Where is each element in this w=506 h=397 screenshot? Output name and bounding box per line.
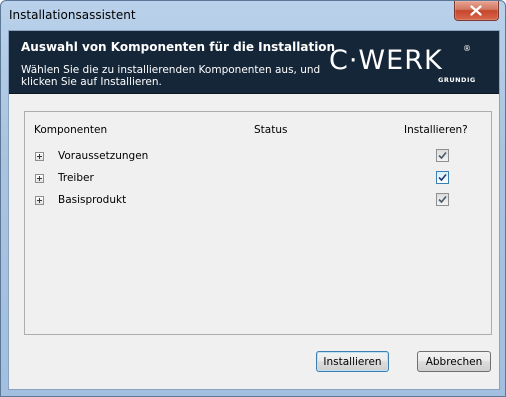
cwerk-logo: C·WERK ® GRUNDIG [329, 44, 489, 89]
install-checkbox[interactable] [436, 193, 449, 206]
plus-expander-icon[interactable] [35, 152, 44, 161]
component-label: Treiber [58, 172, 94, 184]
component-row-voraussetzungen[interactable]: Voraussetzungen [25, 148, 491, 170]
component-row-basisprodukt[interactable]: Basisprodukt [25, 192, 491, 214]
checkmark-icon [438, 173, 447, 182]
logo-registered-mark: ® [463, 44, 471, 53]
column-header-install: Installieren? [404, 124, 468, 136]
install-button[interactable]: Installieren [316, 351, 389, 372]
checkmark-icon [438, 195, 447, 204]
header-banner: Auswahl von Komponenten für die Installa… [9, 31, 499, 94]
dialog-client-area: Auswahl von Komponenten für die Installa… [8, 30, 500, 390]
plus-expander-icon[interactable] [35, 174, 44, 183]
install-checkbox[interactable] [436, 171, 449, 184]
component-label: Basisprodukt [58, 194, 127, 206]
window-title: Installationsassistent [9, 8, 136, 22]
close-button[interactable] [454, 1, 499, 21]
logo-wordmark: C·WERK [329, 45, 443, 76]
components-panel: Komponenten Status Installieren? Vorauss… [24, 111, 492, 335]
checkmark-icon [438, 151, 447, 160]
component-row-treiber[interactable]: Treiber [25, 170, 491, 192]
close-icon [470, 5, 482, 16]
banner-title: Auswahl von Komponenten für die Installa… [21, 40, 336, 54]
column-header-components: Komponenten [34, 124, 108, 136]
installer-window: Installationsassistent Auswahl von Kompo… [0, 0, 506, 397]
title-bar[interactable]: Installationsassistent [1, 1, 505, 29]
banner-subtitle: Wählen Sie die zu installierenden Kompon… [21, 64, 321, 88]
logo-brand: GRUNDIG [438, 76, 476, 84]
install-checkbox[interactable] [436, 149, 449, 162]
column-header-status: Status [254, 124, 288, 136]
plus-expander-icon[interactable] [35, 196, 44, 205]
component-label: Voraussetzungen [58, 150, 149, 162]
cancel-button[interactable]: Abbrechen [417, 351, 491, 372]
